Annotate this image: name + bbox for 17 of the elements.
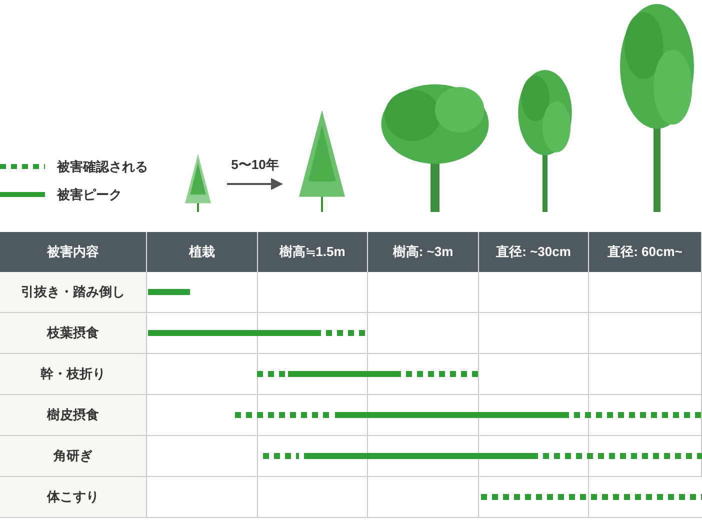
tree-drawing	[185, 154, 211, 212]
legend-label: 被害確認される	[57, 158, 148, 176]
row-label: 枝葉摂食	[0, 313, 147, 354]
row-label: 体こすり	[0, 477, 147, 518]
column-header: 樹高≒1.5m	[258, 232, 368, 272]
arrow-icon	[227, 178, 283, 190]
column-header: 植栽	[147, 232, 258, 272]
legend-label: 被害ピーク	[57, 186, 122, 204]
row-label: 樹皮摂食	[0, 395, 147, 436]
column-header: 被害内容	[0, 232, 147, 272]
row-label: 角研ぎ	[0, 436, 147, 477]
column-header: 樹高: ~3m	[368, 232, 479, 272]
column-header: 直径: 60cm~	[589, 232, 702, 272]
row-label: 引抜き・踏み倒し	[0, 272, 147, 313]
row-label: 幹・枝折り	[0, 354, 147, 395]
column-header: 直径: ~30cm	[479, 232, 589, 272]
growth-label: 5〜10年	[231, 156, 279, 174]
